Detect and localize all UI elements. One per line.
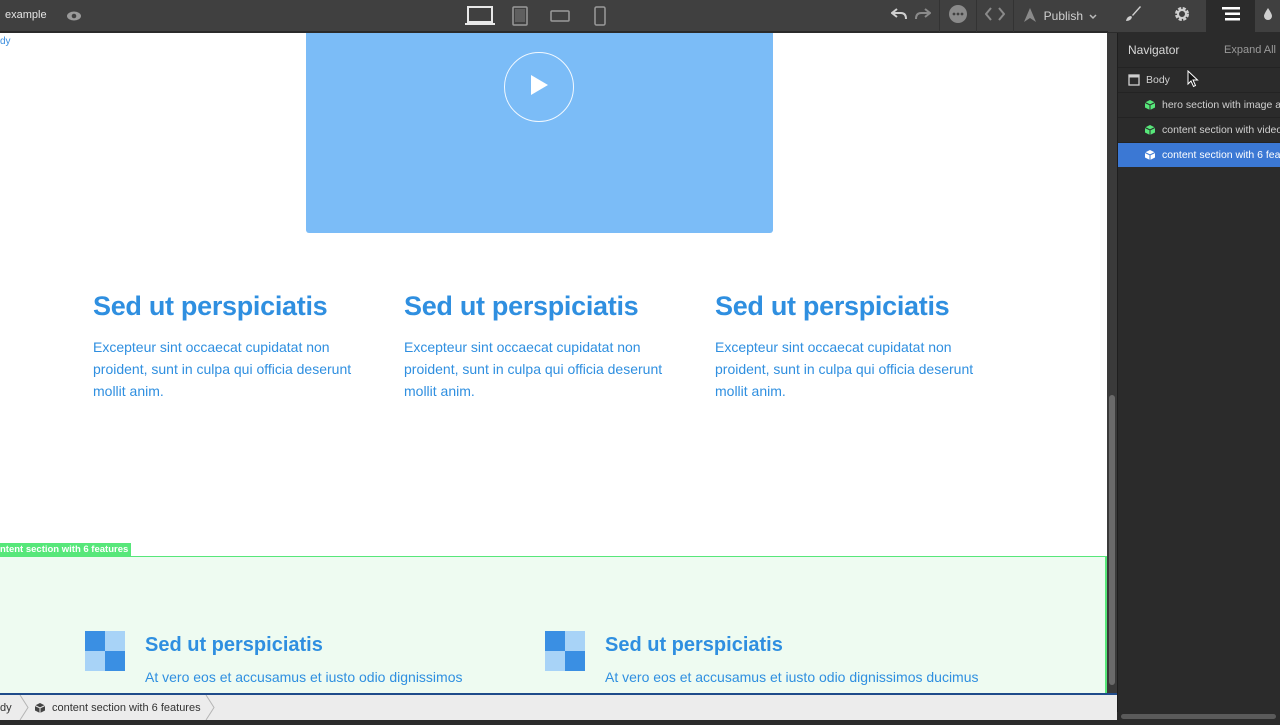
navigator-panel: Navigator Expand All Body hero section w… [1117,33,1280,720]
navigator-header: Navigator Expand All [1118,33,1280,67]
mobile-portrait-view-button[interactable] [580,0,620,32]
style-panel-tab[interactable] [1108,0,1157,32]
feature-column[interactable]: Sed ut perspiciatis Excepteur sint occae… [715,291,1005,402]
feature-heading: Sed ut perspiciatis [404,291,639,321]
undo-icon [890,7,907,26]
top-toolbar: example Publish [0,0,1280,32]
drop-icon [1263,7,1273,26]
checker-grid-icon [85,631,125,671]
navigator-list-icon [1221,6,1240,26]
site-name[interactable]: example [5,9,47,21]
breadcrumb-item-body[interactable]: dy [0,695,12,720]
panel-tabs [1108,0,1280,32]
breadcrumb-separator-icon [18,694,30,721]
navigator-item-video[interactable]: content section with video [1118,117,1280,142]
redo-icon [914,7,932,26]
section-feature-heading: Sed ut perspiciatis [605,634,783,656]
navigator-item-body[interactable]: Body [1118,67,1280,92]
navigator-item-label: hero section with image and [1162,99,1280,111]
symbol-cube-icon [1144,149,1156,161]
comments-button[interactable] [940,0,976,32]
code-brackets-icon [984,6,1005,27]
expand-all-button[interactable]: Expand All [1224,44,1276,56]
desktop-icon [465,6,495,26]
undo-button[interactable] [883,0,915,32]
symbol-cube-icon [1144,99,1156,111]
body-box-icon [1128,74,1140,86]
device-switcher [460,0,620,32]
video-embed[interactable] [306,33,773,233]
desktop-view-button[interactable] [460,0,500,32]
tablet-view-button[interactable] [500,0,540,32]
navigator-horizontal-scrollbar[interactable] [1117,712,1280,720]
feature-heading: Sed ut perspiciatis [93,291,328,321]
preview-eye-icon[interactable] [66,8,82,24]
redo-button[interactable] [914,0,939,32]
navigator-item-label: content section with 6 features [1162,149,1280,161]
paintbrush-icon [1124,5,1142,28]
chevron-down-icon [1089,9,1097,23]
publish-label: Publish [1043,9,1083,23]
navigator-item-label: content section with video [1162,124,1280,136]
breadcrumb-label: dy [0,701,12,714]
mobile-landscape-icon [550,9,570,23]
breadcrumb-bar: dy content section with 6 features [0,693,1117,721]
section-feature-text: At vero eos et accusamus et iusto odio d… [605,669,979,685]
scrollbar-thumb[interactable] [1109,395,1115,685]
toolbar-actions: Publish [883,0,1107,32]
scrollbar-thumb[interactable] [1121,714,1276,719]
mobile-landscape-view-button[interactable] [540,0,580,32]
symbol-cube-icon [34,702,46,714]
section-feature-text: At vero eos et accusamus et iusto odio d… [145,669,463,685]
breadcrumb-separator-icon [204,694,216,721]
navigator-item-hero[interactable]: hero section with image and [1118,92,1280,117]
navigator-panel-tab[interactable] [1206,0,1255,32]
interactions-panel-tab[interactable] [1255,0,1280,32]
section-feature-heading: Sed ut perspiciatis [145,634,323,656]
gear-icon [1173,5,1191,28]
navigator-title: Navigator [1128,43,1180,57]
design-canvas[interactable]: dy Sed ut perspiciatis Excepteur sint oc… [0,33,1107,693]
breadcrumb-item-section[interactable]: content section with 6 features [34,695,201,720]
play-button[interactable] [504,52,574,122]
feature-heading: Sed ut perspiciatis [715,291,950,321]
feature-column[interactable]: Sed ut perspiciatis Excepteur sint occae… [93,291,383,402]
navigator-item-features[interactable]: content section with 6 features [1118,142,1280,167]
body-element-tag: dy [0,36,11,47]
mouse-cursor-icon [1187,69,1199,93]
chat-bubble-icon [948,4,968,29]
tablet-icon [512,6,528,26]
navigator-item-label: Body [1146,74,1170,86]
play-icon [528,73,550,102]
breadcrumb-label: content section with 6 features [52,701,201,714]
checker-grid-icon [545,631,585,671]
publish-button[interactable]: Publish [1014,7,1107,26]
feature-text: Excepteur sint occaecat cupidatat non pr… [93,339,352,399]
selected-element-label: ntent section with 6 features [0,543,132,556]
canvas-scrollbar[interactable] [1107,33,1117,693]
feature-text: Excepteur sint occaecat cupidatat non pr… [404,339,663,399]
code-export-button[interactable] [977,0,1013,32]
feature-column[interactable]: Sed ut perspiciatis Excepteur sint occae… [404,291,694,402]
publish-rocket-icon [1022,7,1038,26]
symbol-cube-icon [1144,124,1156,136]
feature-text: Excepteur sint occaecat cupidatat non pr… [715,339,974,399]
mobile-portrait-icon [594,6,606,26]
settings-panel-tab[interactable] [1157,0,1206,32]
